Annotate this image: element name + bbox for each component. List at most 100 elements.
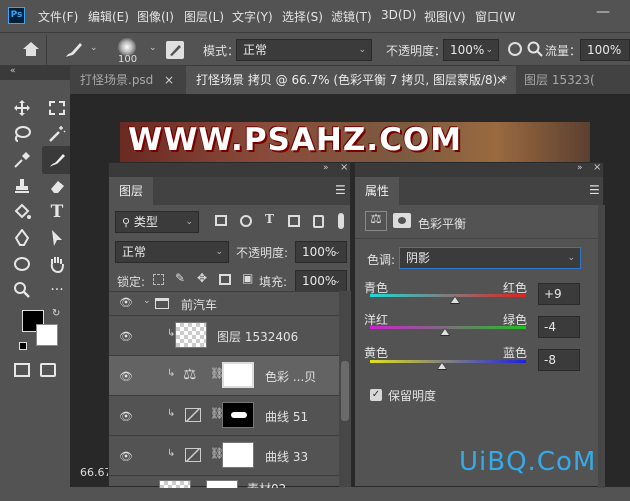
screen-mode-icon[interactable] [36,358,60,382]
pressure-opacity-icon[interactable] [508,42,522,56]
lock-paint-icon[interactable]: ✎ [175,271,185,285]
lock-position-icon[interactable]: ✥ [197,271,207,285]
panel-menu-icon[interactable]: ☰ [335,183,346,197]
magic-wand-tool-icon[interactable] [45,122,69,146]
brush-tool-icon[interactable] [42,146,72,174]
menu-layer[interactable]: 图层(L) [184,8,224,25]
visibility-eye-icon[interactable]: 👁 [119,370,133,383]
layer-row[interactable]: 👁 ↳ ⛓ 曲线 51 [109,395,339,435]
tab-properties[interactable]: 属性 [355,177,400,205]
collapse-icon[interactable]: » [577,163,583,173]
yellow-blue-slider-handle[interactable] [436,362,447,370]
type-tool-icon[interactable]: T [45,200,69,224]
brush-preset-icon[interactable] [64,41,84,62]
layer-mask-thumbnail[interactable] [222,402,254,428]
home-icon[interactable] [22,41,40,60]
more-tools-icon[interactable]: ··· [45,278,69,302]
magenta-green-input[interactable]: -4 [538,316,580,338]
panel-menu-icon[interactable]: ☰ [589,183,600,197]
layers-scrollbar[interactable] [339,291,351,487]
chevron-down-icon[interactable]: ⌄ [143,296,151,306]
menu-window[interactable]: 窗口(W [475,8,516,25]
flow-input[interactable]: 100% [580,39,630,61]
minimize-button[interactable]: — [596,4,610,20]
tone-select[interactable]: 阴影 ⌄ [399,247,581,269]
menu-edit[interactable]: 编辑(E) [88,8,129,25]
tab-document-2[interactable]: 打怪场景 拷贝 @ 66.7% (色彩平衡 7 拷贝, 图层蒙版/8) * × [186,66,516,94]
marquee-tool-icon[interactable] [45,96,69,120]
stamp-tool-icon[interactable] [10,174,34,198]
fill-input[interactable]: 100% ⌄ [295,270,347,292]
menu-select[interactable]: 选择(S) [282,8,323,25]
layer-mask-thumbnail[interactable] [222,362,254,388]
layer-group-row[interactable]: 👁 ⌄ 前汽车 [109,291,339,315]
lock-artboard-icon[interactable] [219,274,231,285]
move-tool-icon[interactable] [10,96,34,120]
menu-filter[interactable]: 滤镜(T) [331,8,372,25]
swap-colors-icon[interactable]: ↻ [52,308,60,319]
filter-pixel-icon[interactable] [215,215,227,226]
zoom-tool-icon[interactable] [10,278,34,302]
pen-tool-icon[interactable] [10,226,34,250]
menu-type[interactable]: 文字(Y) [232,8,273,25]
layer-row[interactable]: 素材02 [109,475,339,488]
tab-document-1[interactable]: 打怪场景.psd × [70,66,188,94]
close-icon[interactable]: × [164,66,174,94]
path-selection-tool-icon[interactable] [45,226,69,250]
yellow-blue-track[interactable] [370,360,526,363]
search-icon[interactable] [527,41,543,60]
ps-logo-icon[interactable]: Ps [8,7,25,24]
tab-document-3[interactable]: 图层 15323( [514,66,630,94]
properties-scrollbar[interactable] [598,205,605,488]
bucket-tool-icon[interactable] [10,200,34,224]
ellipse-tool-icon[interactable] [10,252,34,276]
mode-select[interactable]: 正常 ⌄ [236,39,372,61]
close-icon[interactable]: × [593,162,601,173]
eraser-tool-icon[interactable] [45,174,69,198]
hand-tool-icon[interactable] [45,252,69,276]
filter-toggle-icon[interactable] [338,213,344,229]
layer-filter-select[interactable]: ⚲ 类型 ⌄ [115,211,199,233]
chevron-down-icon[interactable]: ⌄ [149,43,157,53]
brush-settings-icon[interactable] [166,41,184,59]
lock-all-icon[interactable]: ▣ [242,271,253,285]
menu-3d[interactable]: 3D(D) [381,8,416,22]
background-color-swatch[interactable] [36,324,58,346]
cyan-red-input[interactable]: +9 [538,283,580,305]
chevron-down-icon[interactable]: ⌄ [90,43,98,53]
layer-opacity-input[interactable]: 100% ⌄ [295,241,347,263]
cyan-red-track[interactable] [370,294,526,297]
tab-layers[interactable]: 图层 [109,177,154,205]
menu-image[interactable]: 图像(I) [137,8,174,25]
layer-mask-thumbnail[interactable] [222,442,254,468]
visibility-eye-icon[interactable]: 👁 [119,330,133,343]
cyan-red-slider-handle[interactable] [450,296,461,304]
collapse-icon[interactable]: » [323,163,329,173]
quick-mask-icon[interactable] [10,358,34,382]
mask-icon[interactable] [393,213,411,228]
preserve-luminosity-checkbox[interactable]: ✓ [370,389,382,401]
menu-file[interactable]: 文件(F) [38,8,78,25]
eyedropper-tool-icon[interactable] [10,148,34,172]
scrollbar-thumb[interactable] [341,361,349,421]
filter-adjustment-icon[interactable] [240,215,252,227]
filter-smart-object-icon[interactable] [313,215,324,228]
close-icon[interactable]: × [496,66,506,94]
close-icon[interactable]: × [340,162,348,173]
visibility-eye-icon[interactable]: 👁 [119,410,133,423]
blend-mode-select[interactable]: 正常 ⌄ [115,241,229,263]
filter-type-icon[interactable]: T [265,212,274,226]
menu-view[interactable]: 视图(V) [424,8,466,25]
yellow-blue-input[interactable]: -8 [538,349,580,371]
opacity-input[interactable]: 100% ⌄ [443,39,499,61]
filter-shape-icon[interactable] [288,215,300,227]
visibility-eye-icon[interactable]: 👁 [119,296,133,309]
collapse-icon[interactable]: « [10,66,16,76]
layer-row-selected[interactable]: 👁 ↳ ⚖ ⛓ 色彩 ...贝 [109,355,339,395]
lock-transparency-icon[interactable] [153,274,164,285]
visibility-eye-icon[interactable]: 👁 [119,450,133,463]
layer-row[interactable]: 👁 ↳ 图层 1532406 [109,315,339,355]
default-colors-icon[interactable] [19,342,27,350]
magenta-green-slider-handle[interactable] [439,328,450,336]
lasso-tool-icon[interactable] [10,122,34,146]
